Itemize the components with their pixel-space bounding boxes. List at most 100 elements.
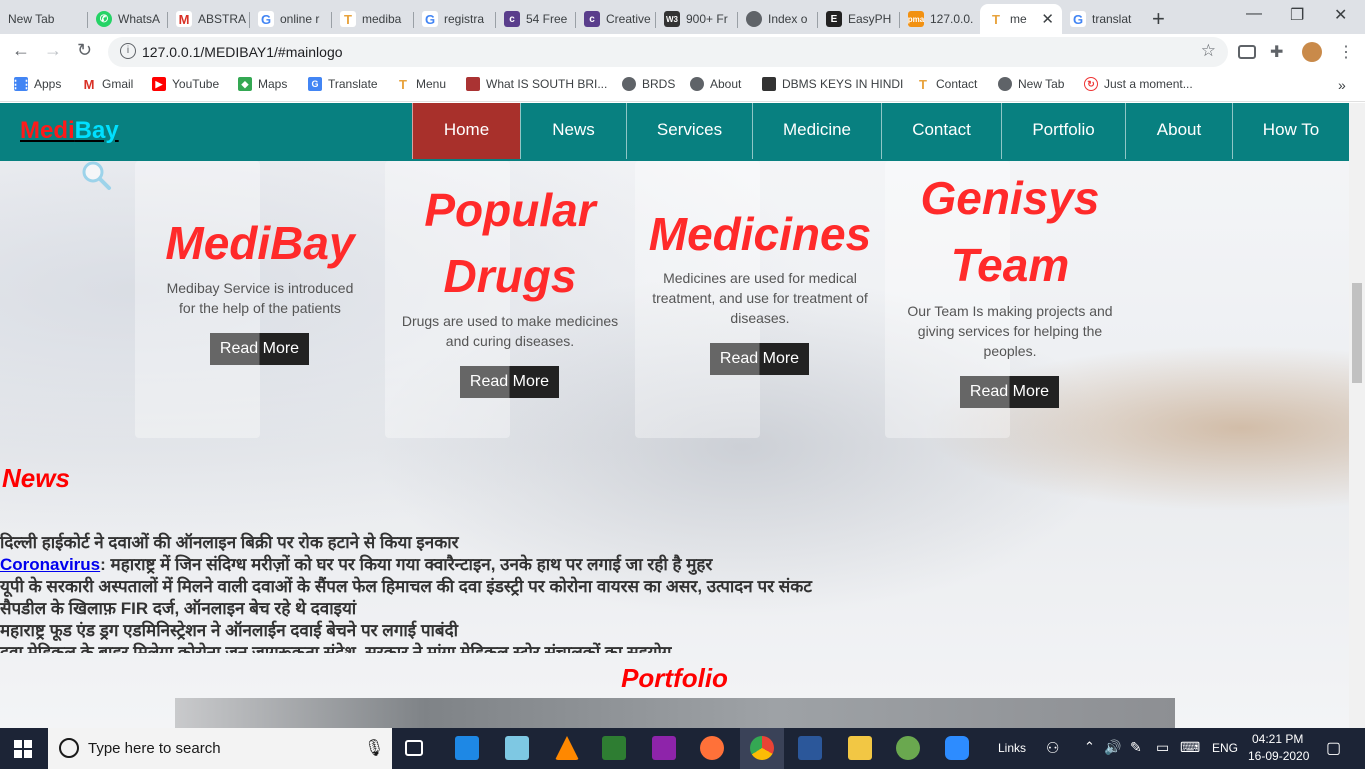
notifications-icon[interactable]: ▢ xyxy=(1326,738,1341,758)
tab-title: WhatsA xyxy=(118,12,161,26)
taskbar-app-icon[interactable] xyxy=(652,736,676,760)
page-scrollbar[interactable] xyxy=(1349,103,1365,728)
browser-tab[interactable]: Index o xyxy=(738,4,818,34)
nav-home[interactable]: Home xyxy=(412,103,520,159)
pen-icon[interactable]: ✎ xyxy=(1130,739,1142,756)
browser-tab[interactable]: c 54 Free xyxy=(496,4,576,34)
cast-icon[interactable] xyxy=(1238,45,1256,59)
forward-icon[interactable]: → xyxy=(44,40,62,61)
news-link[interactable]: Coronavirus xyxy=(0,555,100,574)
bookmark-gmail[interactable]: M Gmail xyxy=(82,77,133,92)
browser-tab[interactable]: G registra xyxy=(414,4,496,34)
browser-tab[interactable]: c Creative xyxy=(576,4,656,34)
url-text[interactable]: 127.0.0.1/MEDIBAY1/#mainlogo xyxy=(142,44,343,60)
info-icon[interactable]: i xyxy=(120,43,136,59)
maximize-icon[interactable]: ❐ xyxy=(1290,5,1304,25)
minimize-icon[interactable]: — xyxy=(1246,5,1262,23)
new-tab-button[interactable]: + xyxy=(1152,6,1165,32)
browser-tab-active[interactable]: T me ✕ xyxy=(980,4,1062,34)
browser-tab[interactable]: New Tab xyxy=(0,4,88,34)
news-item[interactable]: यूपी के सरकारी अस्पतालों में मिलने वाली … xyxy=(0,576,1000,598)
close-icon[interactable]: ✕ xyxy=(1041,10,1054,28)
browser-tab[interactable]: M ABSTRA xyxy=(168,4,250,34)
news-item[interactable]: सैपडील के खिलाफ़ FIR दर्ज, ऑनलाइन बेच रह… xyxy=(0,598,1000,620)
bookmark-maps[interactable]: ◆ Maps xyxy=(238,77,287,91)
chrome-icon[interactable] xyxy=(750,736,774,760)
news-item[interactable]: दिल्ली हाईकोर्ट ने दवाओं की ऑनलाइन बिक्र… xyxy=(0,532,1000,554)
news-item[interactable]: महाराष्ट्र फूड एंड ड्रग एडमिनिस्ट्रेशन न… xyxy=(0,620,1000,642)
bookmark-star-icon[interactable]: ☆ xyxy=(1201,41,1216,61)
browser-toolbar: ← → ↻ i 127.0.0.1/MEDIBAY1/#mainlogo ☆ ✚… xyxy=(0,34,1365,70)
volume-icon[interactable]: 🔊 xyxy=(1104,739,1121,756)
nav-contact[interactable]: Contact xyxy=(881,103,1001,159)
bookmark-youtube[interactable]: ▶ YouTube xyxy=(152,77,219,91)
language-indicator[interactable]: ENG xyxy=(1212,741,1238,755)
taskbar-app-icon[interactable] xyxy=(505,736,529,760)
people-icon[interactable]: ⚇ xyxy=(1046,739,1059,757)
reload-icon[interactable]: ↻ xyxy=(77,40,92,61)
keyboard-icon[interactable]: ⌨ xyxy=(1180,739,1200,756)
news-item[interactable]: दवा मेडिकल के बाहर मिलेगा कोरोना जन जागर… xyxy=(0,642,1000,653)
bookmark-apps[interactable]: ⋮⋮ Apps xyxy=(10,77,61,91)
zoom-icon[interactable] xyxy=(945,736,969,760)
nav-about[interactable]: About xyxy=(1125,103,1232,159)
read-more-button[interactable]: Read More xyxy=(210,333,309,365)
read-more-button[interactable]: Read More xyxy=(960,376,1059,408)
browser-tab[interactable]: G translat xyxy=(1062,4,1144,34)
links-toolbar[interactable]: Links xyxy=(998,741,1026,755)
file-explorer-icon[interactable] xyxy=(848,736,872,760)
bookmark-about[interactable]: About xyxy=(690,77,741,91)
scrollbar-thumb[interactable] xyxy=(1352,283,1362,383)
browser-tab[interactable]: E EasyPH xyxy=(818,4,900,34)
more-bookmarks-icon[interactable]: » xyxy=(1338,77,1346,93)
windows-taskbar: Type here to search 🎙 Links ⚇ ⌃ 🔊 ✎ ▭ ⌨ … xyxy=(0,728,1365,769)
tab-title: EasyPH xyxy=(848,12,892,26)
nav-portfolio[interactable]: Portfolio xyxy=(1001,103,1125,159)
firefox-icon[interactable] xyxy=(700,736,724,760)
browser-tab[interactable]: ✆ WhatsA xyxy=(88,4,168,34)
bookmark-newtab[interactable]: New Tab xyxy=(998,77,1064,91)
site-logo[interactable]: MediBay xyxy=(20,117,119,145)
bookmark-page[interactable]: What IS SOUTH BRI... xyxy=(466,77,607,91)
nav-how-to[interactable]: How To xyxy=(1232,103,1349,159)
read-more-button[interactable]: Read More xyxy=(710,343,809,375)
back-icon[interactable]: ← xyxy=(12,40,30,61)
bookmark-just-a-moment[interactable]: ↻ Just a moment... xyxy=(1084,77,1193,91)
clock-date[interactable]: 16-09-2020 xyxy=(1248,749,1309,763)
browser-tab[interactable]: W3 900+ Fr xyxy=(656,4,738,34)
windows-start-icon[interactable] xyxy=(14,740,32,758)
task-view-icon[interactable] xyxy=(405,740,423,756)
address-bar[interactable]: i 127.0.0.1/MEDIBAY1/#mainlogo ☆ xyxy=(108,37,1228,67)
close-window-icon[interactable]: ✕ xyxy=(1334,5,1347,25)
bookmark-brds[interactable]: BRDS xyxy=(622,77,675,91)
paint-icon[interactable] xyxy=(896,736,920,760)
w3-icon: W3 xyxy=(664,11,680,27)
vlc-icon[interactable] xyxy=(555,736,579,760)
network-icon[interactable]: ▭ xyxy=(1156,739,1169,756)
taskbar-app-icon[interactable] xyxy=(455,736,479,760)
word-icon[interactable] xyxy=(798,736,822,760)
nav-news[interactable]: News xyxy=(520,103,626,159)
bookmark-menu[interactable]: T Menu xyxy=(396,77,446,92)
search-icon[interactable] xyxy=(80,159,112,191)
news-item[interactable]: Coronavirus: महाराष्ट्र में जिन संदिग्ध … xyxy=(0,554,1000,576)
read-more-button[interactable]: Read More xyxy=(460,366,559,398)
nav-medicine[interactable]: Medicine xyxy=(752,103,881,159)
microphone-icon[interactable]: 🎙 xyxy=(364,738,384,758)
browser-tab[interactable]: pma 127.0.0. xyxy=(900,4,980,34)
avatar[interactable] xyxy=(1302,42,1322,62)
bookmark-dbms[interactable]: DBMS KEYS IN HINDI xyxy=(762,77,903,91)
browser-tab[interactable]: G online r xyxy=(250,4,332,34)
taskbar-app-icon[interactable] xyxy=(602,736,626,760)
bookmark-translate[interactable]: G Translate xyxy=(308,77,378,91)
taskbar-search-box[interactable]: Type here to search 🎙 xyxy=(48,728,392,769)
clock-time[interactable]: 04:21 PM xyxy=(1252,732,1303,746)
browser-tab[interactable]: T mediba xyxy=(332,4,414,34)
bookmark-contact[interactable]: T Contact xyxy=(916,77,977,92)
loading-icon: ↻ xyxy=(1084,77,1098,91)
extensions-icon[interactable]: ✚ xyxy=(1270,42,1290,62)
nav-services[interactable]: Services xyxy=(626,103,752,159)
chevron-up-icon[interactable]: ⌃ xyxy=(1084,739,1095,755)
card-title: MediBay xyxy=(165,217,355,269)
menu-icon[interactable]: ⋮ xyxy=(1338,42,1358,62)
